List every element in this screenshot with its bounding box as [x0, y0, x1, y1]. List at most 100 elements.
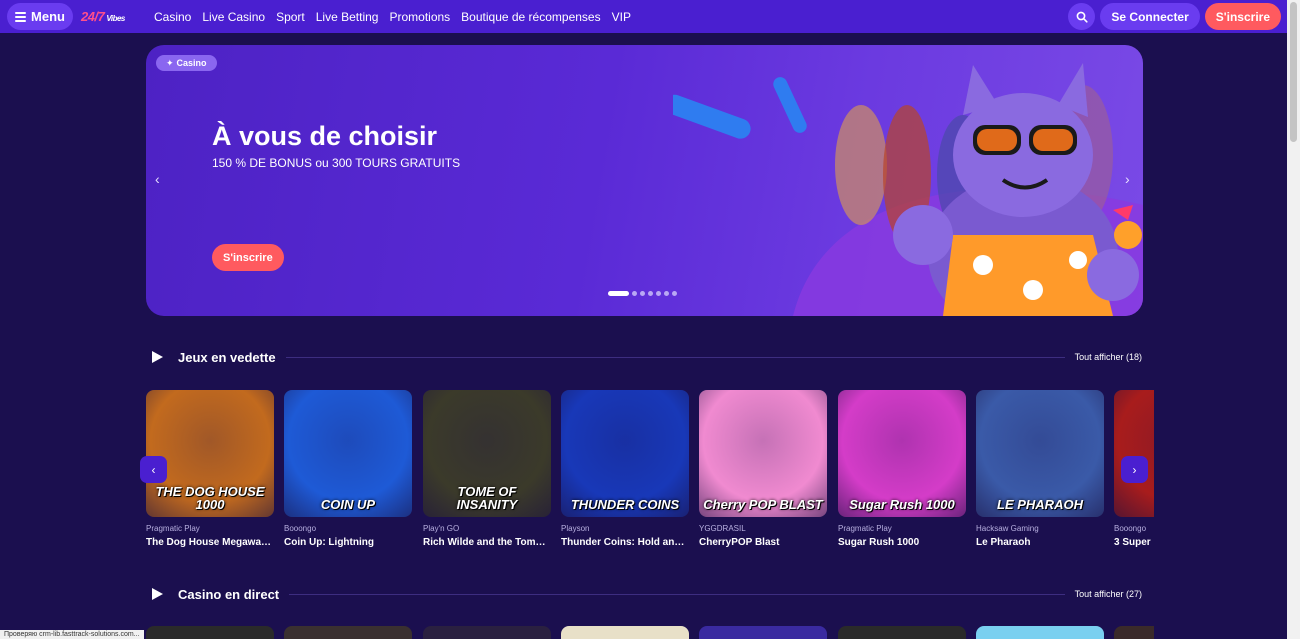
- hero-dot-5[interactable]: [656, 291, 661, 296]
- live-game-thumbnail[interactable]: [699, 626, 827, 639]
- hero-next-arrow-icon[interactable]: ›: [1125, 171, 1130, 187]
- account-actions: Se Connecter S'inscrire: [1068, 3, 1281, 30]
- game-name[interactable]: Coin Up: Lightning: [284, 537, 412, 548]
- featured-next-arrow-icon[interactable]: ›: [1121, 456, 1148, 483]
- login-button[interactable]: Se Connecter: [1100, 3, 1200, 30]
- hero-dot-1[interactable]: [608, 291, 629, 296]
- game-provider: Hacksaw Gaming: [976, 524, 1039, 533]
- hero-pagination: [608, 291, 677, 296]
- hero-signup-button[interactable]: S'inscrire: [212, 244, 284, 271]
- section-divider: [289, 593, 1065, 595]
- live-games-row: [146, 626, 1154, 639]
- game-name[interactable]: Thunder Coins: Hold and ...: [561, 537, 689, 548]
- game-thumbnail-title: THUNDER COINS: [570, 497, 680, 512]
- game-thumbnail[interactable]: Cherry POP BLAST: [699, 390, 827, 517]
- featured-title: Jeux en vedette: [178, 349, 276, 365]
- live-game-thumbnail[interactable]: [976, 626, 1104, 639]
- signup-button[interactable]: S'inscrire: [1204, 3, 1281, 30]
- main-nav: Casino Live Casino Sport Live Betting Pr…: [154, 10, 631, 24]
- hero-dot-6[interactable]: [664, 291, 669, 296]
- live-game-thumbnail[interactable]: [838, 626, 966, 639]
- hero-illustration: [673, 63, 1143, 316]
- game-thumbnail[interactable]: LE PHARAOH: [976, 390, 1104, 517]
- game-provider: Pragmatic Play: [146, 524, 200, 533]
- live-game-thumbnail[interactable]: [1114, 626, 1154, 639]
- hero-banner[interactable]: ✦ Casino À vous de choisir 150 % DE BONU…: [146, 45, 1143, 316]
- game-card[interactable]: COIN UP Booongo Coin Up: Lightning: [284, 390, 412, 548]
- game-provider: Play'n GO: [423, 524, 460, 533]
- game-card[interactable]: TOME OF INSANITY Play'n GO Rich Wilde and …: [423, 390, 551, 548]
- featured-section-header: Jeux en vedette Tout afficher (18): [150, 347, 1142, 367]
- game-thumbnail-title: LE PHARAOH: [997, 497, 1083, 512]
- game-thumbnail-title: THE DOG HOUSE 1000: [155, 484, 265, 512]
- featured-games-carousel: THE DOG HOUSE 1000 Pragmatic Play The Dog …: [146, 390, 1154, 555]
- hero-prev-arrow-icon[interactable]: ‹: [155, 171, 160, 187]
- game-thumbnail-title: Cherry POP BLAST: [703, 497, 823, 512]
- site-logo[interactable]: 24/7 Vibes: [81, 9, 141, 24]
- game-name[interactable]: CherryPOP Blast: [699, 537, 827, 548]
- game-name[interactable]: Sugar Rush 1000: [838, 537, 966, 548]
- game-name[interactable]: 3 Super Hot Chillies: [1114, 537, 1154, 548]
- play-icon: [152, 588, 163, 600]
- live-game-thumbnail[interactable]: [284, 626, 412, 639]
- hero-dot-7[interactable]: [672, 291, 677, 296]
- nav-link-live-betting[interactable]: Live Betting: [316, 10, 379, 24]
- search-button[interactable]: [1068, 3, 1096, 30]
- game-thumbnail-title: COIN UP: [320, 497, 376, 512]
- game-thumbnail[interactable]: 3: [1114, 390, 1154, 517]
- game-provider: Booongo: [1114, 524, 1147, 533]
- live-section-header: Casino en direct Tout afficher (27): [150, 584, 1142, 604]
- logo-text: 24/7: [81, 9, 105, 24]
- scrollbar-thumb[interactable]: [1290, 2, 1297, 142]
- game-thumbnail-title: Sugar Rush 1000: [849, 497, 955, 512]
- section-divider: [285, 356, 1065, 358]
- game-thumbnail[interactable]: Sugar Rush 1000: [838, 390, 966, 517]
- game-provider: YGGDRASIL: [699, 524, 746, 533]
- nav-link-rewards-shop[interactable]: Boutique de récompenses: [461, 10, 600, 24]
- live-game-thumbnail[interactable]: [423, 626, 551, 639]
- live-title: Casino en direct: [178, 586, 280, 602]
- game-card[interactable]: Sugar Rush 1000 Pragmatic Play Sugar Rush …: [838, 390, 966, 548]
- nav-link-casino[interactable]: Casino: [154, 10, 191, 24]
- logo-sub: Vibes: [106, 14, 125, 23]
- hero-subtitle: 150 % DE BONUS ou 300 TOURS GRATUITS: [212, 156, 461, 170]
- menu-label: Menu: [31, 9, 65, 24]
- featured-prev-arrow-icon[interactable]: ‹: [140, 456, 167, 483]
- menu-button[interactable]: Menu: [7, 3, 73, 30]
- hero-dot-2[interactable]: [632, 291, 637, 296]
- page-scrollbar[interactable]: [1287, 0, 1300, 639]
- hero-title: À vous de choisir: [212, 121, 438, 151]
- nav-link-sport[interactable]: Sport: [276, 10, 305, 24]
- nav-link-live-casino[interactable]: Live Casino: [202, 10, 265, 24]
- play-icon: [152, 351, 163, 363]
- game-thumbnail[interactable]: COIN UP: [284, 390, 412, 517]
- game-name[interactable]: Le Pharaoh: [976, 537, 1104, 548]
- game-thumbnail[interactable]: THUNDER COINS: [561, 390, 689, 517]
- game-card[interactable]: THUNDER COINS Playson Thunder Coins: Hold …: [561, 390, 689, 548]
- featured-view-all-link[interactable]: Tout afficher (18): [1075, 352, 1142, 362]
- game-name[interactable]: The Dog House Megaway...: [146, 537, 274, 548]
- browser-status-bar: Проверяю crm-lib.fasttrack-solutions.com…: [0, 630, 144, 639]
- game-name[interactable]: Rich Wilde and the Tome ...: [423, 537, 551, 548]
- hero-dot-4[interactable]: [648, 291, 653, 296]
- top-navigation-bar: Menu 24/7 Vibes Casino Live Casino Sport …: [0, 0, 1287, 33]
- game-thumbnail[interactable]: THE DOG HOUSE 1000: [146, 390, 274, 517]
- search-icon: [1076, 11, 1088, 23]
- casino-tag-icon: ✦: [166, 57, 174, 68]
- hero-tag-label: Casino: [176, 58, 207, 68]
- live-game-thumbnail[interactable]: [561, 626, 689, 639]
- game-thumbnail-title: 3: [1118, 498, 1154, 511]
- nav-link-vip[interactable]: VIP: [612, 10, 631, 24]
- nav-link-promotions[interactable]: Promotions: [389, 10, 450, 24]
- live-game-thumbnail[interactable]: [146, 626, 274, 639]
- hamburger-icon: [15, 10, 27, 24]
- game-provider: Playson: [561, 524, 590, 533]
- game-thumbnail-title: TOME OF INSANITY: [456, 484, 518, 512]
- hero-category-tag: ✦ Casino: [156, 55, 217, 71]
- live-view-all-link[interactable]: Tout afficher (27): [1075, 589, 1142, 599]
- game-provider: Booongo: [284, 524, 317, 533]
- game-card[interactable]: Cherry POP BLAST YGGDRASIL CherryPOP Blast: [699, 390, 827, 548]
- hero-dot-3[interactable]: [640, 291, 645, 296]
- game-card[interactable]: LE PHARAOH Hacksaw Gaming Le Pharaoh: [976, 390, 1104, 548]
- game-thumbnail[interactable]: TOME OF INSANITY: [423, 390, 551, 517]
